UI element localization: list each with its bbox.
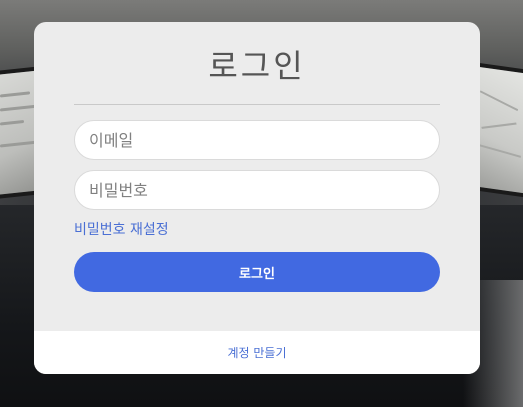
email-input[interactable]	[74, 120, 440, 160]
title-divider	[74, 104, 440, 105]
login-title: 로그인	[208, 47, 306, 85]
login-button[interactable]: 로그인	[74, 252, 440, 292]
login-card: 로그인 비밀번호 재설정 로그인 계정 만들기	[34, 22, 480, 374]
reset-password-link[interactable]: 비밀번호 재설정	[74, 221, 169, 239]
create-account-link[interactable]: 계정 만들기	[227, 344, 286, 361]
password-input[interactable]	[74, 170, 440, 210]
card-footer: 계정 만들기	[34, 331, 480, 374]
